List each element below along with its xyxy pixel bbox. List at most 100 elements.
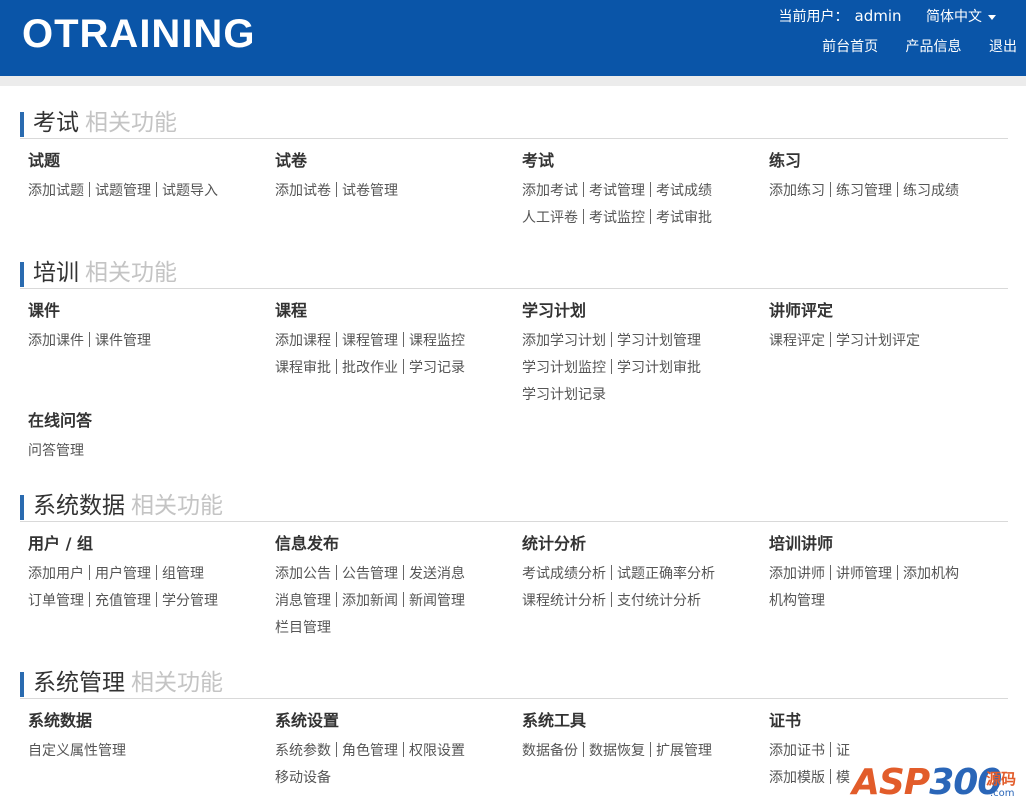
link-institution-manage[interactable]: 机构管理 — [769, 593, 825, 609]
current-user-label: 当前用户： — [778, 9, 849, 25]
group-title: 试题 — [28, 151, 61, 170]
divider — [89, 182, 90, 197]
link-exam-manage[interactable]: 考试管理 — [589, 183, 645, 199]
link-message-manage[interactable]: 消息管理 — [275, 593, 331, 609]
section-header: 系统管理 相关功能 — [20, 667, 1008, 699]
link-add-courseware[interactable]: 添加课件 — [28, 333, 84, 349]
link-template-manage[interactable]: 模 — [836, 770, 850, 786]
link-practice-manage[interactable]: 练习管理 — [836, 183, 892, 199]
group-title: 用户 / 组 — [28, 534, 93, 553]
link-study-plan-records[interactable]: 学习计划记录 — [522, 387, 606, 403]
link-send-message[interactable]: 发送消息 — [409, 566, 465, 582]
link-order-manage[interactable]: 订单管理 — [28, 593, 84, 609]
link-exam-scores[interactable]: 考试成绩 — [656, 183, 712, 199]
link-role-manage[interactable]: 角色管理 — [342, 743, 398, 759]
link-study-plan-monitor[interactable]: 学习计划监控 — [522, 360, 606, 376]
link-add-news[interactable]: 添加新闻 — [342, 593, 398, 609]
link-mobile-devices[interactable]: 移动设备 — [275, 770, 331, 786]
link-news-manage[interactable]: 新闻管理 — [409, 593, 465, 609]
link-payment-stats[interactable]: 支付统计分析 — [617, 593, 701, 609]
link-question-import[interactable]: 试题导入 — [162, 183, 218, 199]
link-permission-settings[interactable]: 权限设置 — [409, 743, 465, 759]
link-column-manage[interactable]: 栏目管理 — [275, 620, 331, 636]
section-subtitle: 相关功能 — [131, 670, 223, 696]
divider — [611, 592, 612, 607]
link-question-manage[interactable]: 试题管理 — [95, 183, 151, 199]
link-system-params[interactable]: 系统参数 — [275, 743, 331, 759]
link-extension-manage[interactable]: 扩展管理 — [656, 743, 712, 759]
divider — [611, 359, 612, 374]
section-title: 系统管理 相关功能 — [33, 668, 223, 698]
section-marker — [20, 495, 24, 520]
link-certificate-manage[interactable]: 证 — [836, 743, 850, 759]
link-qa-manage[interactable]: 问答管理 — [28, 443, 84, 459]
nav-logout[interactable]: 退出 — [989, 39, 1017, 55]
link-notice-manage[interactable]: 公告管理 — [342, 566, 398, 582]
link-course-review[interactable]: 课程评定 — [769, 333, 825, 349]
divider — [830, 182, 831, 197]
section-system-data: 系统数据 相关功能 用户 / 组 添加用户 用户管理 组管理 订单管理 充值管理 学分管理… — [20, 490, 1008, 636]
language-label: 简体中文 — [926, 9, 982, 25]
section-subtitle: 相关功能 — [131, 493, 223, 519]
link-study-plan-review[interactable]: 学习计划评定 — [836, 333, 920, 349]
divider — [89, 565, 90, 580]
group-title: 统计分析 — [522, 534, 587, 553]
link-data-backup[interactable]: 数据备份 — [522, 743, 578, 759]
link-study-plan-approval[interactable]: 学习计划审批 — [617, 360, 701, 376]
link-add-question[interactable]: 添加试题 — [28, 183, 84, 199]
link-lecturer-manage[interactable]: 讲师管理 — [836, 566, 892, 582]
link-accuracy-analysis[interactable]: 试题正确率分析 — [617, 566, 715, 582]
group-courses: 课程 添加课程 课程管理 课程监控 课程审批 批改作业 学习记录 — [275, 301, 515, 382]
link-add-notice[interactable]: 添加公告 — [275, 566, 331, 582]
group-title: 课程 — [275, 301, 308, 320]
link-custom-attributes[interactable]: 自定义属性管理 — [28, 743, 126, 759]
link-study-records[interactable]: 学习记录 — [409, 360, 465, 376]
watermark-dot: .com — [990, 788, 1015, 799]
chevron-down-icon — [988, 14, 996, 20]
link-add-user[interactable]: 添加用户 — [28, 566, 84, 582]
nav-front-home[interactable]: 前台首页 — [822, 39, 878, 55]
link-course-monitor[interactable]: 课程监控 — [409, 333, 465, 349]
link-course-approval[interactable]: 课程审批 — [275, 360, 331, 376]
link-exam-score-analysis[interactable]: 考试成绩分析 — [522, 566, 606, 582]
link-practice-scores[interactable]: 练习成绩 — [903, 183, 959, 199]
section-title-text: 系统数据 — [33, 493, 125, 519]
watermark-cn: 源码 — [986, 770, 1017, 788]
link-courseware-manage[interactable]: 课件管理 — [95, 333, 151, 349]
link-credit-manage[interactable]: 学分管理 — [162, 593, 218, 609]
link-exam-monitor[interactable]: 考试监控 — [589, 210, 645, 226]
group-exams: 考试 添加考试 考试管理 考试成绩 人工评卷 考试监控 考试审批 — [522, 151, 762, 232]
watermark-logo: ASP300 — [852, 762, 1002, 803]
link-group-manage[interactable]: 组管理 — [162, 566, 204, 582]
link-course-manage[interactable]: 课程管理 — [342, 333, 398, 349]
link-recharge-manage[interactable]: 充值管理 — [95, 593, 151, 609]
username: admin — [854, 7, 902, 25]
link-user-manage[interactable]: 用户管理 — [95, 566, 151, 582]
link-add-paper[interactable]: 添加试卷 — [275, 183, 331, 199]
watermark-text-a: ASP — [852, 762, 930, 803]
link-course-stats[interactable]: 课程统计分析 — [522, 593, 606, 609]
link-add-course[interactable]: 添加课程 — [275, 333, 331, 349]
divider — [611, 332, 612, 347]
divider — [650, 209, 651, 224]
link-add-study-plan[interactable]: 添加学习计划 — [522, 333, 606, 349]
link-add-institution[interactable]: 添加机构 — [903, 566, 959, 582]
link-add-template[interactable]: 添加模版 — [769, 770, 825, 786]
nav-product-info[interactable]: 产品信息 — [906, 39, 962, 55]
group-online-qa: 在线问答 问答管理 — [28, 411, 268, 465]
link-manual-grading[interactable]: 人工评卷 — [522, 210, 578, 226]
section-title-text: 培训 — [33, 260, 79, 286]
link-data-restore[interactable]: 数据恢复 — [589, 743, 645, 759]
otraining-logo[interactable]: OTRAINING — [22, 14, 255, 54]
link-grade-homework[interactable]: 批改作业 — [342, 360, 398, 376]
link-add-certificate[interactable]: 添加证书 — [769, 743, 825, 759]
link-exam-approval[interactable]: 考试审批 — [656, 210, 712, 226]
link-paper-manage[interactable]: 试卷管理 — [342, 183, 398, 199]
link-add-lecturer[interactable]: 添加讲师 — [769, 566, 825, 582]
group-title: 讲师评定 — [769, 301, 834, 320]
link-study-plan-manage[interactable]: 学习计划管理 — [617, 333, 701, 349]
header-nav: 前台首页 产品信息 退出 — [799, 38, 1017, 56]
language-selector[interactable]: 简体中文 — [926, 9, 996, 25]
link-add-practice[interactable]: 添加练习 — [769, 183, 825, 199]
link-add-exam[interactable]: 添加考试 — [522, 183, 578, 199]
